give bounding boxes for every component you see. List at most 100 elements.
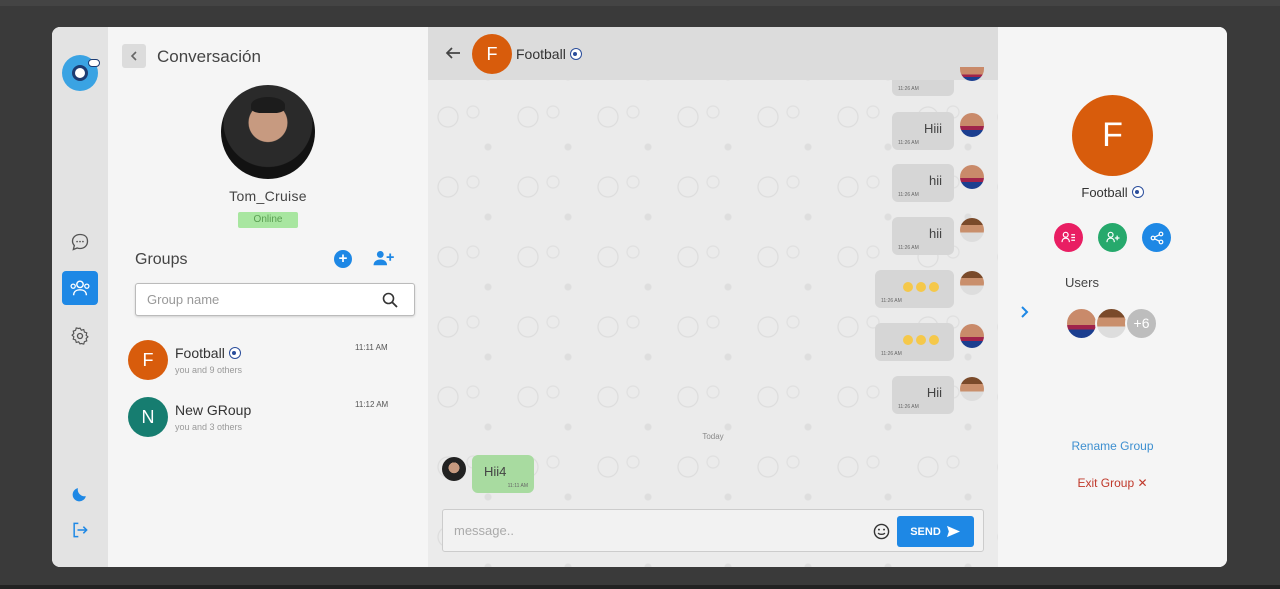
profile-avatar[interactable]	[221, 85, 315, 179]
status-badge: Online	[238, 212, 298, 228]
emoji-row	[903, 332, 942, 347]
panel-back-button[interactable]	[122, 44, 146, 68]
chat-title: Football	[516, 46, 566, 62]
chat-icon	[71, 233, 89, 251]
add-member-button[interactable]	[1098, 223, 1127, 252]
more-users-badge[interactable]: +6	[1125, 307, 1158, 340]
add-group-button[interactable]: +	[334, 250, 352, 268]
message-time: 11:26 AM	[898, 404, 919, 410]
group-details-panel: F Football Users +6 Rename Group Exit Gr…	[998, 27, 1227, 567]
sender-avatar	[442, 457, 466, 481]
profile-name: Tom_Cruise	[229, 188, 307, 204]
conversation-panel: Conversación Tom_Cruise Online Groups + …	[108, 27, 428, 567]
search-icon[interactable]	[382, 292, 398, 308]
users-icon	[70, 280, 90, 296]
user-avatar[interactable]	[1065, 307, 1098, 340]
sender-avatar	[960, 324, 984, 348]
dark-mode-toggle[interactable]	[70, 484, 90, 504]
message-time: 11:26 AM	[898, 140, 919, 146]
sender-avatar	[960, 218, 984, 242]
soccer-ball-icon	[228, 347, 241, 359]
group-name: Football	[175, 345, 225, 361]
chat-back-button[interactable]	[445, 45, 461, 66]
sender-avatar	[960, 113, 984, 137]
chevron-right-icon	[1021, 306, 1029, 318]
message-bubble: hii 11:26 AM	[892, 164, 954, 202]
share-button[interactable]	[1142, 223, 1171, 252]
logo-eye-icon	[72, 65, 88, 81]
group-search	[135, 283, 415, 316]
message-bubble: Hii4 11:11 AM	[472, 455, 534, 493]
group-details-avatar: F	[1072, 95, 1153, 176]
search-input[interactable]	[136, 284, 366, 315]
group-members: you and 3 others	[175, 422, 243, 432]
chat-header: F Football	[428, 27, 998, 80]
emoji-icon	[903, 282, 913, 292]
message-text: hii	[928, 226, 942, 241]
message-time: 11:26 AM	[898, 192, 919, 198]
emoji-icon	[929, 335, 939, 345]
chat-title-wrap: Football	[516, 46, 582, 62]
user-list-icon	[1061, 231, 1075, 243]
logout-icon	[73, 522, 88, 538]
message-bubble: 11:26 AM	[875, 323, 954, 361]
group-list-item-football[interactable]: F Football you and 9 others 11:11 AM	[128, 340, 418, 384]
add-user-icon	[373, 250, 394, 266]
logo-bubble-icon	[88, 59, 100, 67]
members-list-button[interactable]	[1054, 223, 1083, 252]
emoji-icon	[916, 282, 926, 292]
message-composer: SEND	[442, 509, 984, 552]
group-time: 11:11 AM	[355, 343, 388, 352]
nav-rail	[52, 27, 108, 567]
group-members: you and 9 others	[175, 365, 243, 375]
window-top-bar	[0, 0, 1280, 6]
message-time: 11:26 AM	[898, 245, 919, 251]
exit-group-link[interactable]: Exit Group ✕	[998, 476, 1227, 490]
group-details-title: Football	[1081, 185, 1128, 200]
moon-icon	[72, 488, 86, 502]
send-button[interactable]: SEND	[897, 516, 974, 547]
send-label: SEND	[910, 525, 941, 538]
nav-chats-button[interactable]	[62, 225, 98, 259]
collapse-panel-button[interactable]	[1018, 305, 1030, 324]
message-time: 11:11 AM	[507, 483, 528, 489]
back-arrow-icon	[445, 47, 460, 59]
message-bubble: 11:26 AM	[892, 80, 954, 96]
sender-avatar	[960, 377, 984, 401]
panel-title: Conversación	[157, 47, 261, 66]
nav-groups-button[interactable]	[62, 271, 98, 305]
group-details-title-wrap: Football	[998, 185, 1227, 200]
message-bubble: Hiii 11:26 AM	[892, 112, 954, 150]
message-bubble: hii 11:26 AM	[892, 217, 954, 255]
logout-button[interactable]	[70, 520, 90, 540]
app-logo	[62, 55, 100, 91]
message-time: 11:26 AM	[898, 86, 919, 92]
soccer-ball-icon	[569, 48, 582, 60]
emoji-icon	[903, 335, 913, 345]
emoji-row	[903, 279, 942, 294]
user-avatar[interactable]	[1095, 307, 1128, 340]
group-name: New GRoup	[175, 402, 252, 418]
chat-app: Conversación Tom_Cruise Online Groups + …	[52, 27, 1227, 567]
chat-group-avatar[interactable]: F	[472, 34, 512, 74]
message-input[interactable]	[443, 510, 863, 551]
emoji-icon	[929, 282, 939, 292]
share-icon	[1150, 231, 1163, 244]
add-user-button[interactable]	[372, 249, 394, 272]
message-text: Hii4	[484, 464, 507, 479]
message-text: Hiii	[923, 121, 942, 136]
group-avatar: N	[128, 397, 168, 437]
soccer-ball-icon	[1131, 186, 1144, 198]
smile-icon[interactable]	[873, 523, 890, 540]
emoji-icon	[916, 335, 926, 345]
message-text: Hii	[926, 385, 942, 400]
nav-settings-button[interactable]	[62, 319, 98, 353]
group-name-wrap: Football	[175, 345, 241, 361]
date-divider: Today	[702, 432, 724, 441]
rename-group-link[interactable]: Rename Group	[998, 439, 1227, 453]
group-list-item-new-group[interactable]: N New GRoup you and 3 others 11:12 AM	[128, 397, 418, 441]
message-text: hii	[928, 173, 942, 188]
group-time: 11:12 AM	[355, 400, 389, 409]
users-heading: Users	[1065, 275, 1099, 290]
groups-heading: Groups	[135, 251, 188, 268]
